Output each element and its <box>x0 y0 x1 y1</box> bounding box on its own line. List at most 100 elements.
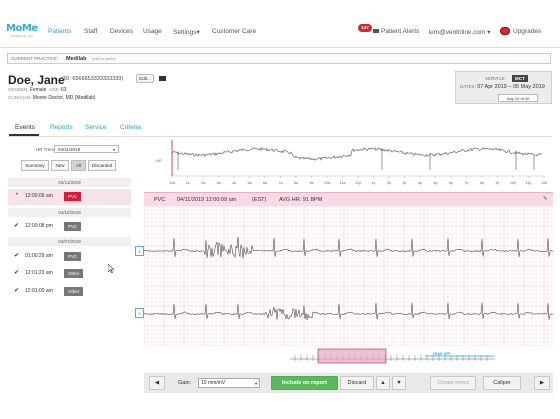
tab-reports[interactable]: Reports <box>50 124 73 131</box>
ecg-strip-viewer[interactable] <box>144 206 553 346</box>
tab-service[interactable]: Service <box>85 124 107 131</box>
clinician-value: Moore Doctor, MD (Medilab) <box>32 95 96 101</box>
top-navbar: MoMe INFOBIONIC INC Patients Staff Devic… <box>0 0 560 48</box>
trend-x-tick-label: 9p <box>496 181 500 185</box>
checkmark-icon: ✔ <box>14 288 20 294</box>
caliper-button[interactable]: Caliper <box>483 376 521 390</box>
trend-background <box>144 138 553 190</box>
mail-icon <box>373 29 379 33</box>
checkmark-icon: ✔ <box>14 270 20 276</box>
service-type-badge: MCT <box>512 75 528 82</box>
trend-x-tick-label: 4p <box>418 181 422 185</box>
event-type-tag: PVC <box>64 252 82 261</box>
trend-x-tick-label: 2p <box>387 181 391 185</box>
alerts-count-badge[interactable]: 147 <box>358 24 372 32</box>
trend-x-tick-label: 3a <box>217 181 221 185</box>
trend-x-tick-label: 8a <box>294 181 298 185</box>
trend-x-tick-label: 1a <box>186 181 190 185</box>
edit-patient-button[interactable]: Edit... <box>136 74 154 83</box>
gain-value: 10 mm/mV <box>201 380 226 386</box>
practice-name: Medilab <box>66 55 87 62</box>
upgrades-link[interactable]: Upgrades <box>513 28 541 35</box>
gender-value: Female <box>29 87 47 93</box>
gain-select[interactable]: 10 mm/mV ▾ <box>198 378 260 388</box>
current-practice-bar[interactable]: CURRENT PRACTICE: Medilab (click to swit… <box>7 53 551 64</box>
tabs-divider <box>8 136 552 137</box>
service-day-counter: Day 10 of 30 <box>498 94 538 102</box>
filter-new[interactable]: New <box>51 160 69 171</box>
event-time: 12:01:23 am <box>25 270 53 276</box>
trend-x-tick-label: 12a <box>541 181 547 185</box>
trend-ylabel: HR <box>156 158 162 163</box>
patient-demographics: GENDER: Female AGE: 63 <box>8 87 67 93</box>
event-type-tag: PVC <box>64 192 82 201</box>
filter-discarded[interactable]: Discarded <box>88 160 116 171</box>
include-on-report-button[interactable]: Include on report <box>271 376 338 390</box>
tab-events[interactable]: Events <box>15 124 35 131</box>
create-event-button[interactable]: Create event <box>430 376 476 390</box>
upgrades-icon <box>500 27 510 35</box>
edit-pencil-icon[interactable]: ✎ <box>543 196 548 202</box>
gain-label: Gain: <box>178 380 192 386</box>
lead-1-marker[interactable]: 1 <box>135 246 144 256</box>
ecg-background <box>144 206 553 346</box>
logo-subtext: INFOBIONIC INC <box>10 34 34 38</box>
event-row[interactable]: ✔ 01:00:29 am PVC <box>8 249 131 265</box>
event-date-header: 04/07/2019 <box>8 237 131 246</box>
checkmark-icon: ✔ <box>14 253 20 259</box>
gender-label: GENDER: <box>8 87 29 92</box>
hr-trend-chart[interactable]: HR 12a 1a 2a 3a 4a 5a 6a 7a 8a 9a 10a 11a 12p 1p 2p 3p 4… <box>144 138 553 190</box>
patient-name: Doe, Jane <box>8 73 65 87</box>
trend-x-tick-label: 5p <box>434 181 438 185</box>
service-summary: SERVICE: MCT DATES: 07 Apr 2019 – 05 May… <box>455 71 552 104</box>
move-up-button[interactable]: ▲ <box>376 376 390 390</box>
strip-timezone: (EST) <box>252 197 267 203</box>
nav-devices[interactable]: Devices <box>110 28 133 35</box>
trend-x-tick-label: 11a <box>340 181 346 185</box>
strip-avg-hr: AVG HR: 91 BPM <box>279 197 323 203</box>
nav-settings[interactable]: Settings▾ <box>173 28 200 36</box>
filter-all[interactable]: All <box>71 160 86 171</box>
practice-switch-hint: (click to switch) <box>92 56 116 61</box>
dates-label: DATES: <box>460 84 476 89</box>
nav-patients[interactable]: Patients <box>48 28 72 35</box>
dates-value: 07 Apr 2019 – 05 May 2019 <box>477 84 545 90</box>
checkmark-icon: ✔ <box>14 223 20 229</box>
lead-2-marker[interactable]: II <box>135 308 144 318</box>
event-type-tag: PVC <box>64 222 82 231</box>
strip-event-type: PVC <box>154 197 166 203</box>
chevron-down-icon: ▾ <box>487 29 491 36</box>
trend-x-tick-label: 10p <box>510 181 516 185</box>
event-time: 12:01:00 am <box>25 288 53 294</box>
comment-icon[interactable] <box>159 76 166 81</box>
event-row[interactable]: • 12:00:09 am PVC <box>8 189 131 205</box>
discard-button[interactable]: Discard <box>340 376 374 390</box>
event-row[interactable]: ✔ 12:00:08 pm PVC <box>8 219 131 235</box>
mome-logo[interactable]: MoMe INFOBIONIC INC <box>6 23 40 39</box>
previous-event-button[interactable]: ◀ <box>149 376 165 390</box>
patient-id: (ID: 6566653333333333) <box>62 76 124 82</box>
filter-summary[interactable]: Summary <box>21 160 49 171</box>
user-menu[interactable]: kim@ventrilink.com ▾ <box>429 28 491 36</box>
nav-customer-care[interactable]: Customer Care <box>212 28 256 35</box>
event-date-header: 04/10/2019 <box>8 208 131 217</box>
move-down-button[interactable]: ▼ <box>392 376 406 390</box>
patient-clinician: CLINICIAN: Moore Doctor, MD (Medilab) <box>8 95 96 101</box>
next-event-button[interactable]: ▶ <box>534 376 550 390</box>
timeline-scrubber[interactable] <box>285 345 500 367</box>
service-label: SERVICE: <box>485 76 506 81</box>
nav-usage[interactable]: Usage <box>143 28 162 35</box>
event-row[interactable]: ✔ 12:01:00 am Other <box>8 284 131 300</box>
event-time: 01:00:29 am <box>25 253 53 259</box>
nav-staff[interactable]: Staff <box>84 28 97 35</box>
trend-x-tick-label: 11p <box>526 181 532 185</box>
tab-criteria[interactable]: Criteria <box>120 124 141 131</box>
user-email: kim@ventrilink.com <box>429 29 486 36</box>
trend-x-tick-label: 6p <box>449 181 453 185</box>
scrubber-window[interactable] <box>317 348 387 364</box>
patient-alerts-link[interactable]: Patient Alerts <box>381 28 419 35</box>
event-strip-header: PVC 04/11/2019 12:00:09 am (EST) AVG HR:… <box>144 192 553 206</box>
mouse-pointer-icon <box>108 264 114 273</box>
hr-trend-select[interactable]: 04/11/2019 ▾ <box>54 145 119 153</box>
trend-x-tick-label: 4a <box>232 181 236 185</box>
